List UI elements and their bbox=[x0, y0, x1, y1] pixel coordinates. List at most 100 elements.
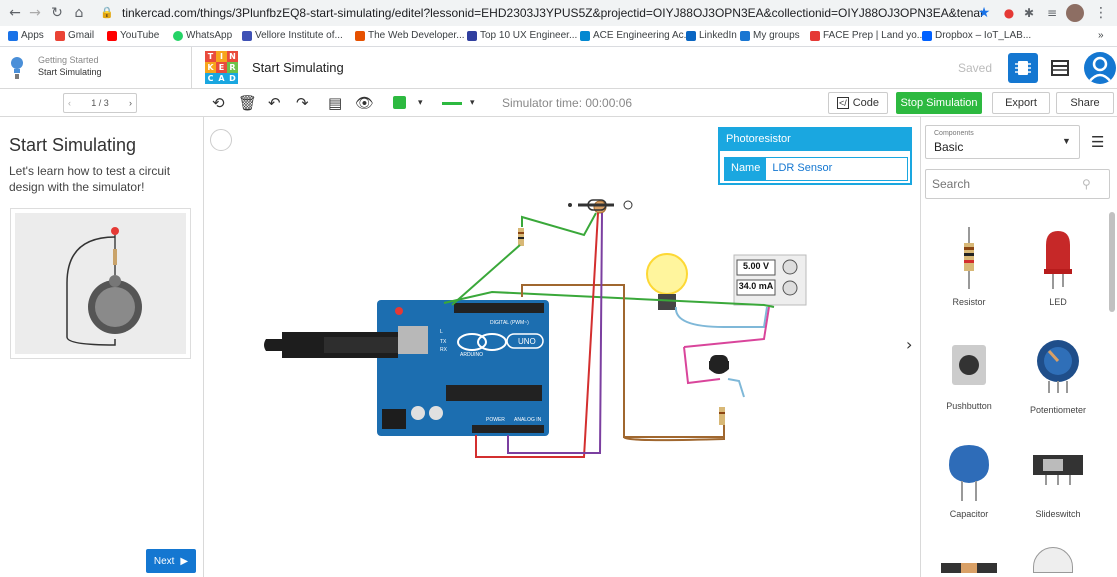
reload-icon[interactable]: ↻ bbox=[48, 4, 66, 22]
component-search-field[interactable]: ⚲ bbox=[925, 169, 1110, 199]
component-resistor[interactable]: Resistor bbox=[924, 227, 1014, 307]
bookmark-linkedin[interactable]: LinkedIn bbox=[686, 30, 737, 41]
analog-header bbox=[472, 425, 544, 433]
gmail-icon bbox=[55, 30, 65, 41]
delete-icon[interactable]: 🗑 bbox=[238, 94, 257, 112]
bookmark-whatsapp[interactable]: WhatsApp bbox=[173, 30, 232, 41]
component-capacitor[interactable]: Capacitor bbox=[924, 441, 1014, 519]
wire-color-dropdown-icon[interactable]: ▾ bbox=[418, 97, 423, 108]
workplane-canvas[interactable]: 5.00 V 34.0 mA DIGITAL (PWM~) ARDUINO UN… bbox=[204, 117, 920, 577]
bookmark-vellore[interactable]: Vellore Institute of... bbox=[242, 30, 343, 41]
name-field[interactable]: Name LDR Sensor bbox=[724, 157, 908, 181]
back-arrow-icon[interactable]: ← bbox=[6, 4, 24, 22]
chevron-down-icon: ▼ bbox=[1062, 136, 1071, 146]
bookmark-face-prep[interactable]: FACE Prep | Land yo... bbox=[810, 30, 925, 41]
name-field-label: Name bbox=[725, 158, 767, 180]
browser-menu-icon[interactable]: ⋮ bbox=[1092, 4, 1110, 22]
export-button[interactable]: Export bbox=[992, 92, 1050, 114]
list-view-icon[interactable] bbox=[1050, 59, 1070, 77]
circuit-view-button[interactable] bbox=[1008, 53, 1038, 83]
microcontroller-chip bbox=[446, 385, 542, 401]
component-label: Capacitor bbox=[949, 509, 989, 519]
lesson-preview-frame bbox=[10, 208, 191, 359]
usb-port bbox=[398, 326, 428, 354]
wire-style-dropdown-icon[interactable]: ▾ bbox=[470, 97, 475, 108]
transistor[interactable] bbox=[709, 355, 729, 374]
bookmark-my-groups[interactable]: My groups bbox=[740, 30, 800, 41]
tinkercad-logo[interactable]: T I N K E R C A D bbox=[205, 51, 238, 84]
inspector-title: Photoresistor bbox=[720, 129, 910, 151]
component-led[interactable]: LED bbox=[1013, 227, 1103, 307]
rx-label: RX bbox=[440, 347, 447, 353]
step-indicator[interactable]: 1 / 3 bbox=[91, 98, 109, 108]
bookmark-ux-engineer[interactable]: Top 10 UX Engineer... bbox=[467, 30, 577, 41]
editor-toolbar: ‹ 1 / 3 › ⟲ 🗑 ↶ ↷ ▤ 👁 ▾ ▾ Simulator time… bbox=[0, 89, 1117, 117]
prev-step-icon[interactable]: ‹ bbox=[68, 98, 71, 108]
ldr-sensor[interactable] bbox=[568, 199, 633, 214]
components-category-value: Basic bbox=[934, 140, 964, 154]
component-label: Pushbutton bbox=[946, 401, 992, 411]
extensions-puzzle-icon[interactable]: ✱ bbox=[1020, 4, 1038, 22]
components-caption: Components bbox=[934, 130, 974, 137]
ace-icon bbox=[580, 30, 590, 41]
pushbutton-icon bbox=[952, 345, 986, 385]
component-slideswitch[interactable]: Slideswitch bbox=[1013, 441, 1103, 519]
name-field-value[interactable]: LDR Sensor bbox=[766, 158, 838, 180]
home-icon[interactable]: ⌂ bbox=[70, 4, 88, 22]
reading-list-icon[interactable]: ≡ bbox=[1043, 4, 1061, 22]
simulator-time: Simulator time: 00:00:06 bbox=[502, 96, 633, 110]
visibility-eye-icon[interactable]: 👁 bbox=[355, 94, 374, 112]
component-label: Slideswitch bbox=[1035, 509, 1081, 519]
wire-color-swatch[interactable] bbox=[393, 96, 406, 109]
lesson-heading: Start Simulating bbox=[9, 135, 137, 155]
capacitor-a bbox=[411, 406, 425, 420]
redo-icon[interactable]: ↷ bbox=[296, 94, 309, 112]
code-button[interactable]: </ Code bbox=[828, 92, 888, 114]
bookmark-web-developer[interactable]: The Web Developer... bbox=[355, 30, 465, 41]
user-icon bbox=[1088, 56, 1112, 83]
lesson-pager: ‹ 1 / 3 › bbox=[63, 93, 137, 113]
address-bar[interactable]: tinkercad.com/things/3PlunfbzEQ8-start-s… bbox=[122, 6, 982, 20]
design-title[interactable]: Start Simulating bbox=[252, 60, 344, 75]
profile-avatar[interactable] bbox=[1066, 4, 1084, 22]
play-arrow-icon: ▶ bbox=[180, 555, 189, 567]
resistor-top[interactable] bbox=[518, 228, 524, 246]
uno-label: UNO bbox=[518, 337, 536, 346]
bookmark-star-icon[interactable]: ★ bbox=[975, 4, 993, 22]
next-button[interactable]: Next ▶ bbox=[146, 549, 196, 573]
stop-simulation-button[interactable]: Stop Simulation bbox=[896, 92, 982, 114]
share-button[interactable]: Share bbox=[1056, 92, 1114, 114]
components-scrollbar[interactable] bbox=[1109, 212, 1115, 312]
component-pushbutton[interactable]: Pushbutton bbox=[924, 337, 1014, 411]
component-search-input[interactable] bbox=[932, 177, 1082, 191]
bookmark-gmail[interactable]: Gmail bbox=[55, 30, 94, 41]
bookmark-apps[interactable]: Apps bbox=[8, 30, 44, 41]
bookmarks-overflow[interactable]: » bbox=[1098, 30, 1104, 41]
lesson-selector[interactable]: Getting Started Start Simulating bbox=[0, 47, 192, 89]
tx-label: TX bbox=[440, 339, 447, 345]
list-view-toggle-icon[interactable]: ☰ bbox=[1091, 133, 1104, 151]
bookmark-dropbox[interactable]: Dropbox – IoT_LAB... bbox=[922, 30, 1031, 41]
face-prep-icon bbox=[810, 30, 820, 41]
resistor-bottom[interactable] bbox=[719, 407, 725, 425]
reset-button bbox=[395, 307, 403, 315]
rotate-icon[interactable]: ⟲ bbox=[212, 94, 225, 112]
bookmark-youtube[interactable]: YouTube bbox=[107, 30, 159, 41]
component-partial-gauge[interactable] bbox=[1033, 547, 1073, 573]
component-potentiometer[interactable]: Potentiometer bbox=[1013, 337, 1103, 415]
chevron-right-icon[interactable]: › bbox=[906, 335, 912, 354]
next-step-icon[interactable]: › bbox=[129, 98, 132, 108]
digital-label: DIGITAL (PWM~) bbox=[490, 320, 529, 326]
undo-icon[interactable]: ↶ bbox=[268, 94, 281, 112]
saved-status: Saved bbox=[958, 61, 993, 75]
battery-band bbox=[961, 563, 977, 573]
components-category-select[interactable]: Components Basic ▼ bbox=[925, 125, 1080, 159]
bookmark-ace[interactable]: ACE Engineering Ac... bbox=[580, 30, 692, 41]
wire-style-swatch[interactable] bbox=[442, 102, 462, 105]
circuit-drawing bbox=[264, 199, 807, 458]
lesson-name: Start Simulating bbox=[38, 67, 102, 77]
notes-icon[interactable]: ▤ bbox=[328, 94, 342, 112]
forward-arrow-icon[interactable]: → bbox=[26, 4, 44, 22]
user-avatar[interactable] bbox=[1084, 52, 1116, 84]
extension-red-icon[interactable]: ● bbox=[1000, 4, 1018, 22]
